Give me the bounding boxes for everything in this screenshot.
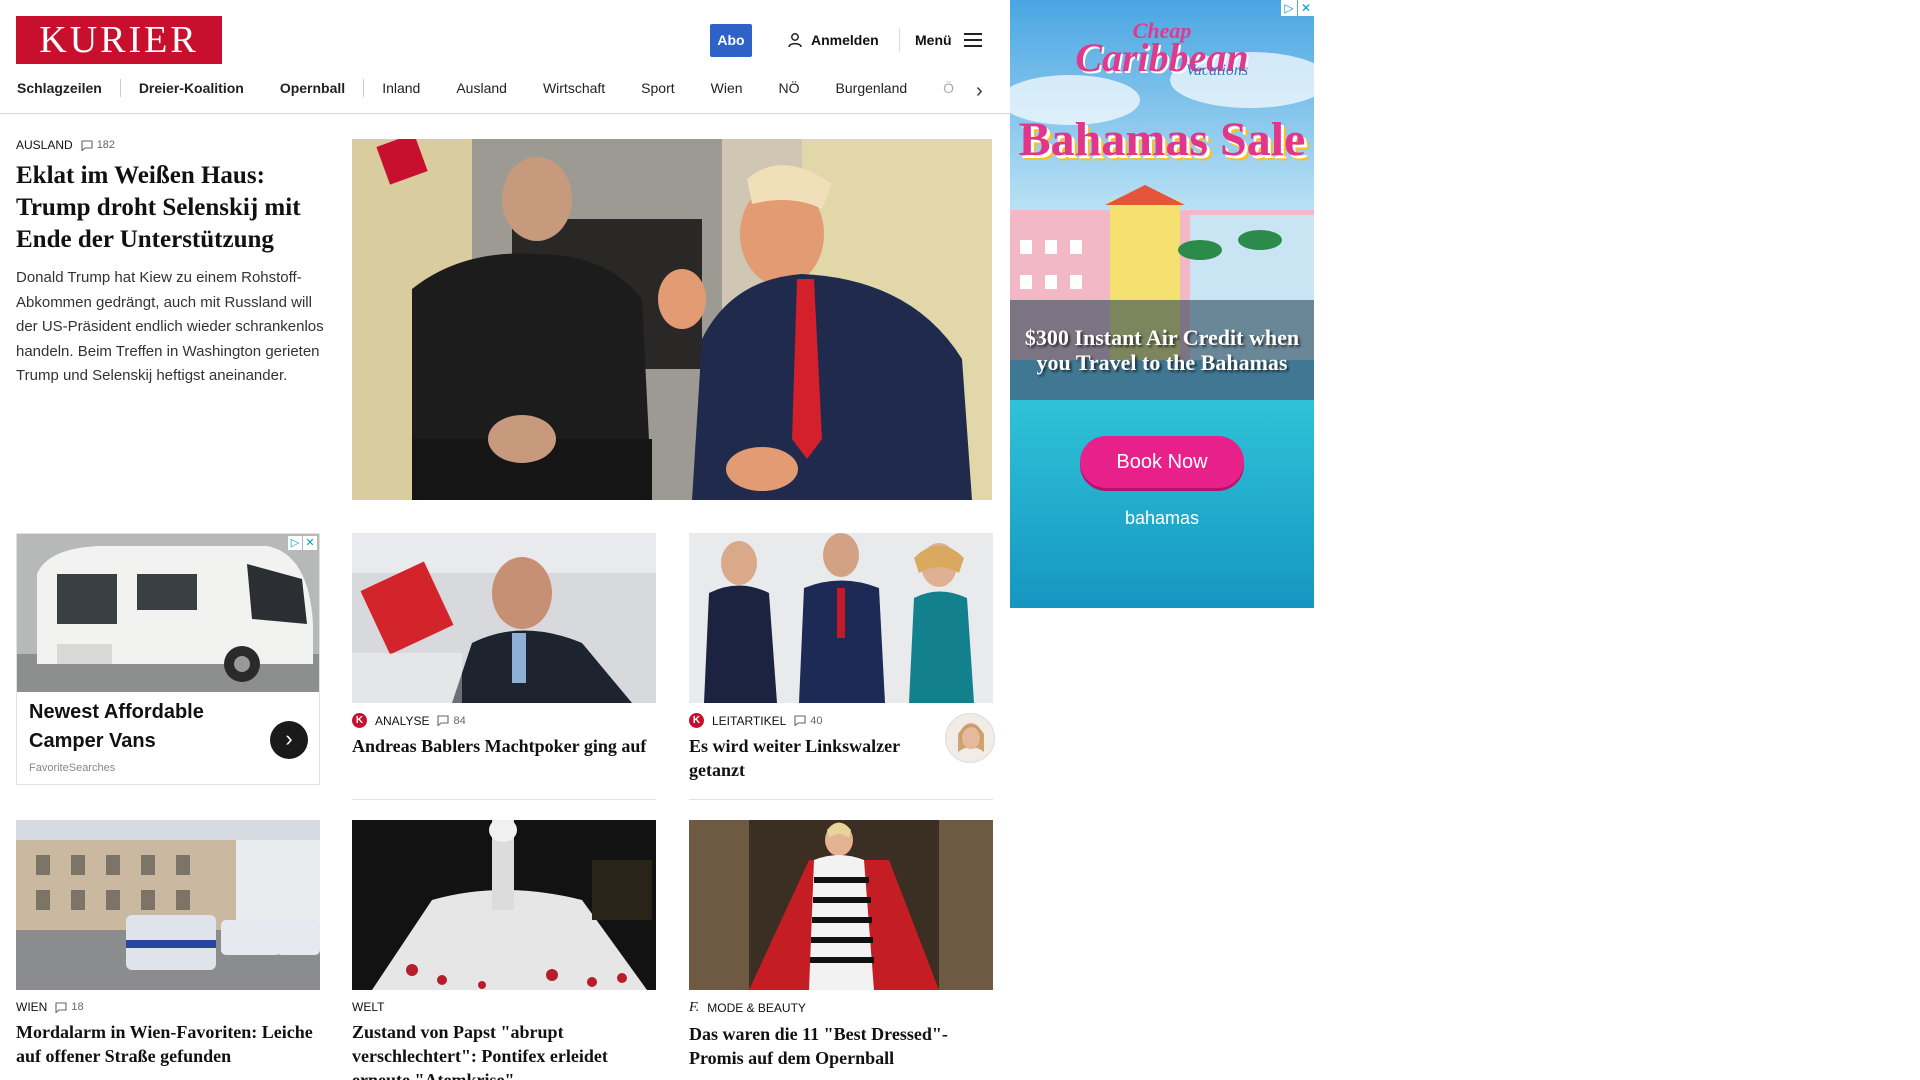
card-section[interactable]: MODE & BEAUTY [707,1001,806,1015]
card-headline[interactable]: Mordalarm in Wien-Favoriten: Leiche auf … [16,1020,320,1068]
lead-teaser: Donald Trump hat Kiew zu einem Rohstoff-… [16,269,324,384]
card-headline[interactable]: Es wird weiter Linkswalzer getanzt [689,734,929,782]
kurier-plus-icon: K [689,713,704,728]
card-headline[interactable]: Das waren die 11 "Best Dressed"-Promis a… [689,1022,993,1070]
comment-count-value: 182 [96,139,116,151]
comment-count-value: 40 [810,714,823,727]
lead-article[interactable]: AUSLAND 182 Eklat im Weißen Haus: Trump … [16,138,326,389]
camper-ad-source: FavoriteSearches [29,762,116,774]
nav-item-ausland[interactable]: Ausland [438,74,525,102]
card-divider [689,799,993,800]
lead-photo[interactable] [352,139,992,500]
user-icon [788,33,802,48]
nav-item-burgenland[interactable]: Burgenland [818,74,926,102]
nav-item-truncated[interactable]: Ö [925,74,972,102]
adchoices-icon[interactable]: ▷ [1281,0,1297,16]
bahamas-logo: bahamas [1124,508,1200,528]
card-kicker: WELT [352,1000,656,1014]
site-header: KURIER Abo Anmelden Menü Schlagzeilen Dr… [0,0,1012,114]
book-now-button[interactable]: Book Now [1080,436,1244,488]
bahamas-ad[interactable]: ▷ ✕ Cheap Caribbean Vacations Bahamas Sa… [1010,0,1314,608]
card-section[interactable]: WELT [352,1000,384,1014]
freizeit-icon: f. [689,1000,700,1015]
nav-item-wirtschaft[interactable]: Wirtschaft [525,74,623,102]
comment-icon [81,139,93,151]
card-divider [352,799,656,800]
article-photo[interactable] [352,533,656,703]
nav-item-wien[interactable]: Wien [693,74,761,102]
lead-kicker: AUSLAND 182 [16,138,326,152]
login-label: Anmelden [811,32,879,48]
comment-count-value: 18 [71,1001,84,1013]
login-button[interactable]: Anmelden [787,28,879,52]
ad-vacations-text: Vacations [1185,62,1249,79]
article-card[interactable]: WELT Zustand von Papst "abrupt verschlec… [352,820,656,1080]
card-kicker: K ANALYSE 84 [352,713,656,728]
card-headline[interactable]: Zustand von Papst "abrupt verschlechtert… [352,1020,656,1080]
close-icon[interactable]: ✕ [1298,0,1314,16]
comment-count[interactable]: 40 [794,714,823,727]
lead-headline[interactable]: Eklat im Weißen Haus: Trump droht Selens… [16,160,326,256]
card-section[interactable]: ANALYSE [375,714,429,728]
ad-sale-headline: Bahamas Sale [1018,113,1306,166]
adchoices-icon[interactable]: ▷ [288,536,302,550]
comment-icon [794,715,806,726]
card-kicker: f. MODE & BEAUTY [689,1000,993,1016]
hamburger-icon [963,33,982,47]
header-divider [899,28,900,52]
article-photo[interactable] [689,820,993,990]
nav-item-sport[interactable]: Sport [623,74,692,102]
menu-button[interactable]: Menü [915,28,982,52]
card-headline[interactable]: Andreas Bablers Machtpoker ging auf [352,734,656,758]
article-card[interactable]: f. MODE & BEAUTY Das waren die 11 "Best … [689,820,993,1070]
comment-count[interactable]: 18 [55,1001,84,1013]
comment-icon [55,1001,67,1013]
camper-ad-title[interactable]: Newest Affordable Camper Vans [29,698,259,756]
kurier-plus-icon: K [352,713,367,728]
article-card[interactable]: K LEITARTIKEL 40 Es wird weiter Linkswal… [689,533,995,800]
menu-label: Menü [915,32,952,48]
close-icon[interactable]: ✕ [303,536,317,550]
nav-item-opernball[interactable]: Opernball [262,74,363,102]
ad-credit-text: $300 Instant Air Credit when you Travel … [1024,325,1300,375]
article-card[interactable]: WIEN 18 Mordalarm in Wien-Favoriten: Lei… [16,820,320,1068]
nav-item-dreier-koalition[interactable]: Dreier-Koalition [121,74,262,102]
card-section[interactable]: WIEN [16,1000,47,1014]
article-card[interactable]: K ANALYSE 84 Andreas Bablers Machtpoker … [352,533,656,800]
abo-button[interactable]: Abo [710,24,752,57]
author-avatar[interactable] [945,713,995,763]
chevron-right-icon[interactable]: › [976,80,983,103]
comment-count[interactable]: 84 [437,714,466,727]
comment-icon [437,715,450,726]
comment-count-value: 84 [453,714,466,727]
nav-item-inland[interactable]: Inland [364,74,438,102]
card-section[interactable]: LEITARTIKEL [712,714,786,728]
camper-photo[interactable] [17,534,319,692]
comment-count[interactable]: 182 [81,139,115,151]
article-photo[interactable] [16,820,320,990]
adchoices-badge[interactable]: ▷ ✕ [1281,0,1314,16]
nav-item-schlagzeilen[interactable]: Schlagzeilen [0,74,120,102]
nav-item-noe[interactable]: NÖ [761,74,818,102]
article-photo[interactable] [352,820,656,990]
adchoices-badge[interactable]: ▷ ✕ [288,536,317,550]
chevron-right-icon[interactable]: › [270,721,308,759]
article-photo[interactable] [689,533,993,703]
section-nav: Schlagzeilen Dreier-Koalition Opernball … [0,74,1000,102]
camper-ad[interactable]: ▷ ✕ Newest Affordable Camper Vans Favori… [16,533,320,785]
kurier-logo[interactable]: KURIER [16,16,222,64]
lead-section[interactable]: AUSLAND [16,138,73,152]
card-kicker: WIEN 18 [16,1000,320,1014]
